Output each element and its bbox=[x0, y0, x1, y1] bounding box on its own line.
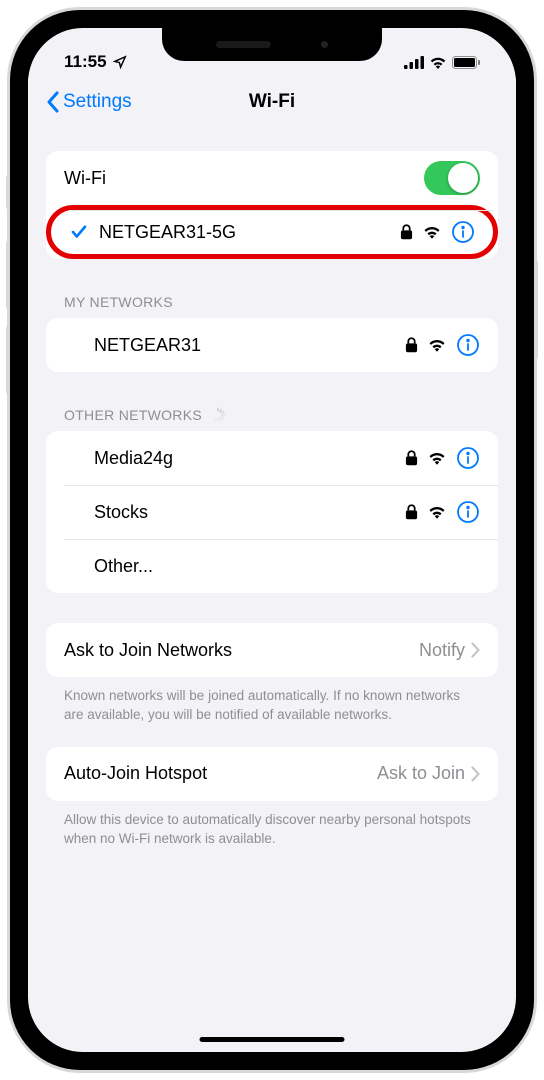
back-button[interactable]: Settings bbox=[46, 91, 132, 113]
screen: 11:55 Settings Wi-Fi Wi-Fi bbox=[28, 28, 516, 1052]
auto-join-value: Ask to Join bbox=[377, 763, 465, 784]
navigation-bar: Settings Wi-Fi bbox=[28, 78, 516, 126]
power-button bbox=[534, 260, 538, 360]
lock-icon bbox=[405, 450, 418, 466]
network-icons bbox=[405, 333, 480, 357]
current-network-row[interactable]: NETGEAR31-5G bbox=[46, 205, 498, 259]
network-row[interactable]: Stocks bbox=[46, 485, 498, 539]
network-icons bbox=[405, 500, 480, 524]
wifi-signal-icon bbox=[423, 225, 441, 239]
other-network-row[interactable]: Other... bbox=[46, 539, 498, 593]
auto-join-row[interactable]: Auto-Join Hotspot Ask to Join bbox=[46, 747, 498, 801]
ask-to-join-group: Ask to Join Networks Notify bbox=[46, 623, 498, 677]
battery-icon bbox=[452, 56, 480, 69]
status-time: 11:55 bbox=[64, 52, 107, 72]
ask-to-join-label: Ask to Join Networks bbox=[64, 640, 419, 661]
content: Wi-Fi NETGEAR31-5G MY NETWORKS bbox=[28, 126, 516, 1052]
page-title: Wi-Fi bbox=[249, 91, 295, 113]
notch bbox=[162, 28, 382, 61]
wifi-main-group: Wi-Fi NETGEAR31-5G bbox=[46, 151, 498, 259]
spinner-icon bbox=[210, 407, 226, 423]
other-networks-group: Media24g Stocks bbox=[46, 431, 498, 593]
wifi-toggle-label: Wi-Fi bbox=[64, 168, 424, 189]
network-name: Stocks bbox=[94, 502, 405, 523]
wifi-signal-icon bbox=[428, 505, 446, 519]
my-networks-header: MY NETWORKS bbox=[46, 259, 498, 318]
home-indicator[interactable] bbox=[200, 1037, 345, 1042]
info-button[interactable] bbox=[456, 333, 480, 357]
chevron-right-icon bbox=[471, 766, 480, 782]
my-networks-group: NETGEAR31 bbox=[46, 318, 498, 372]
back-label: Settings bbox=[63, 91, 132, 113]
info-button[interactable] bbox=[451, 220, 475, 244]
other-label: Other... bbox=[94, 556, 480, 577]
auto-join-group: Auto-Join Hotspot Ask to Join bbox=[46, 747, 498, 801]
wifi-toggle[interactable] bbox=[424, 161, 480, 195]
wifi-signal-icon bbox=[428, 451, 446, 465]
network-icons bbox=[405, 446, 480, 470]
info-button[interactable] bbox=[456, 446, 480, 470]
lock-icon bbox=[405, 504, 418, 520]
mute-switch bbox=[6, 175, 10, 210]
other-networks-header: OTHER NETWORKS bbox=[46, 372, 498, 431]
volume-up-button bbox=[6, 240, 10, 310]
wifi-toggle-row: Wi-Fi bbox=[46, 151, 498, 205]
wifi-signal-icon bbox=[428, 338, 446, 352]
lock-icon bbox=[405, 337, 418, 353]
auto-join-label: Auto-Join Hotspot bbox=[64, 763, 377, 784]
ask-to-join-footer: Known networks will be joined automatica… bbox=[46, 677, 498, 725]
current-network-name: NETGEAR31-5G bbox=[99, 222, 400, 243]
checkmark-icon bbox=[69, 222, 89, 242]
volume-down-button bbox=[6, 325, 10, 395]
network-row[interactable]: NETGEAR31 bbox=[46, 318, 498, 372]
auto-join-footer: Allow this device to automatically disco… bbox=[46, 801, 498, 849]
network-icons bbox=[400, 220, 475, 244]
location-icon bbox=[113, 55, 127, 69]
lock-icon bbox=[400, 224, 413, 240]
chevron-left-icon bbox=[46, 91, 60, 113]
network-name: Media24g bbox=[94, 448, 405, 469]
wifi-status-icon bbox=[429, 56, 447, 69]
network-name: NETGEAR31 bbox=[94, 335, 405, 356]
ask-to-join-row[interactable]: Ask to Join Networks Notify bbox=[46, 623, 498, 677]
cellular-icon bbox=[404, 56, 424, 69]
chevron-right-icon bbox=[471, 642, 480, 658]
phone-frame: 11:55 Settings Wi-Fi Wi-Fi bbox=[10, 10, 534, 1070]
ask-to-join-value: Notify bbox=[419, 640, 465, 661]
info-button[interactable] bbox=[456, 500, 480, 524]
network-row[interactable]: Media24g bbox=[46, 431, 498, 485]
